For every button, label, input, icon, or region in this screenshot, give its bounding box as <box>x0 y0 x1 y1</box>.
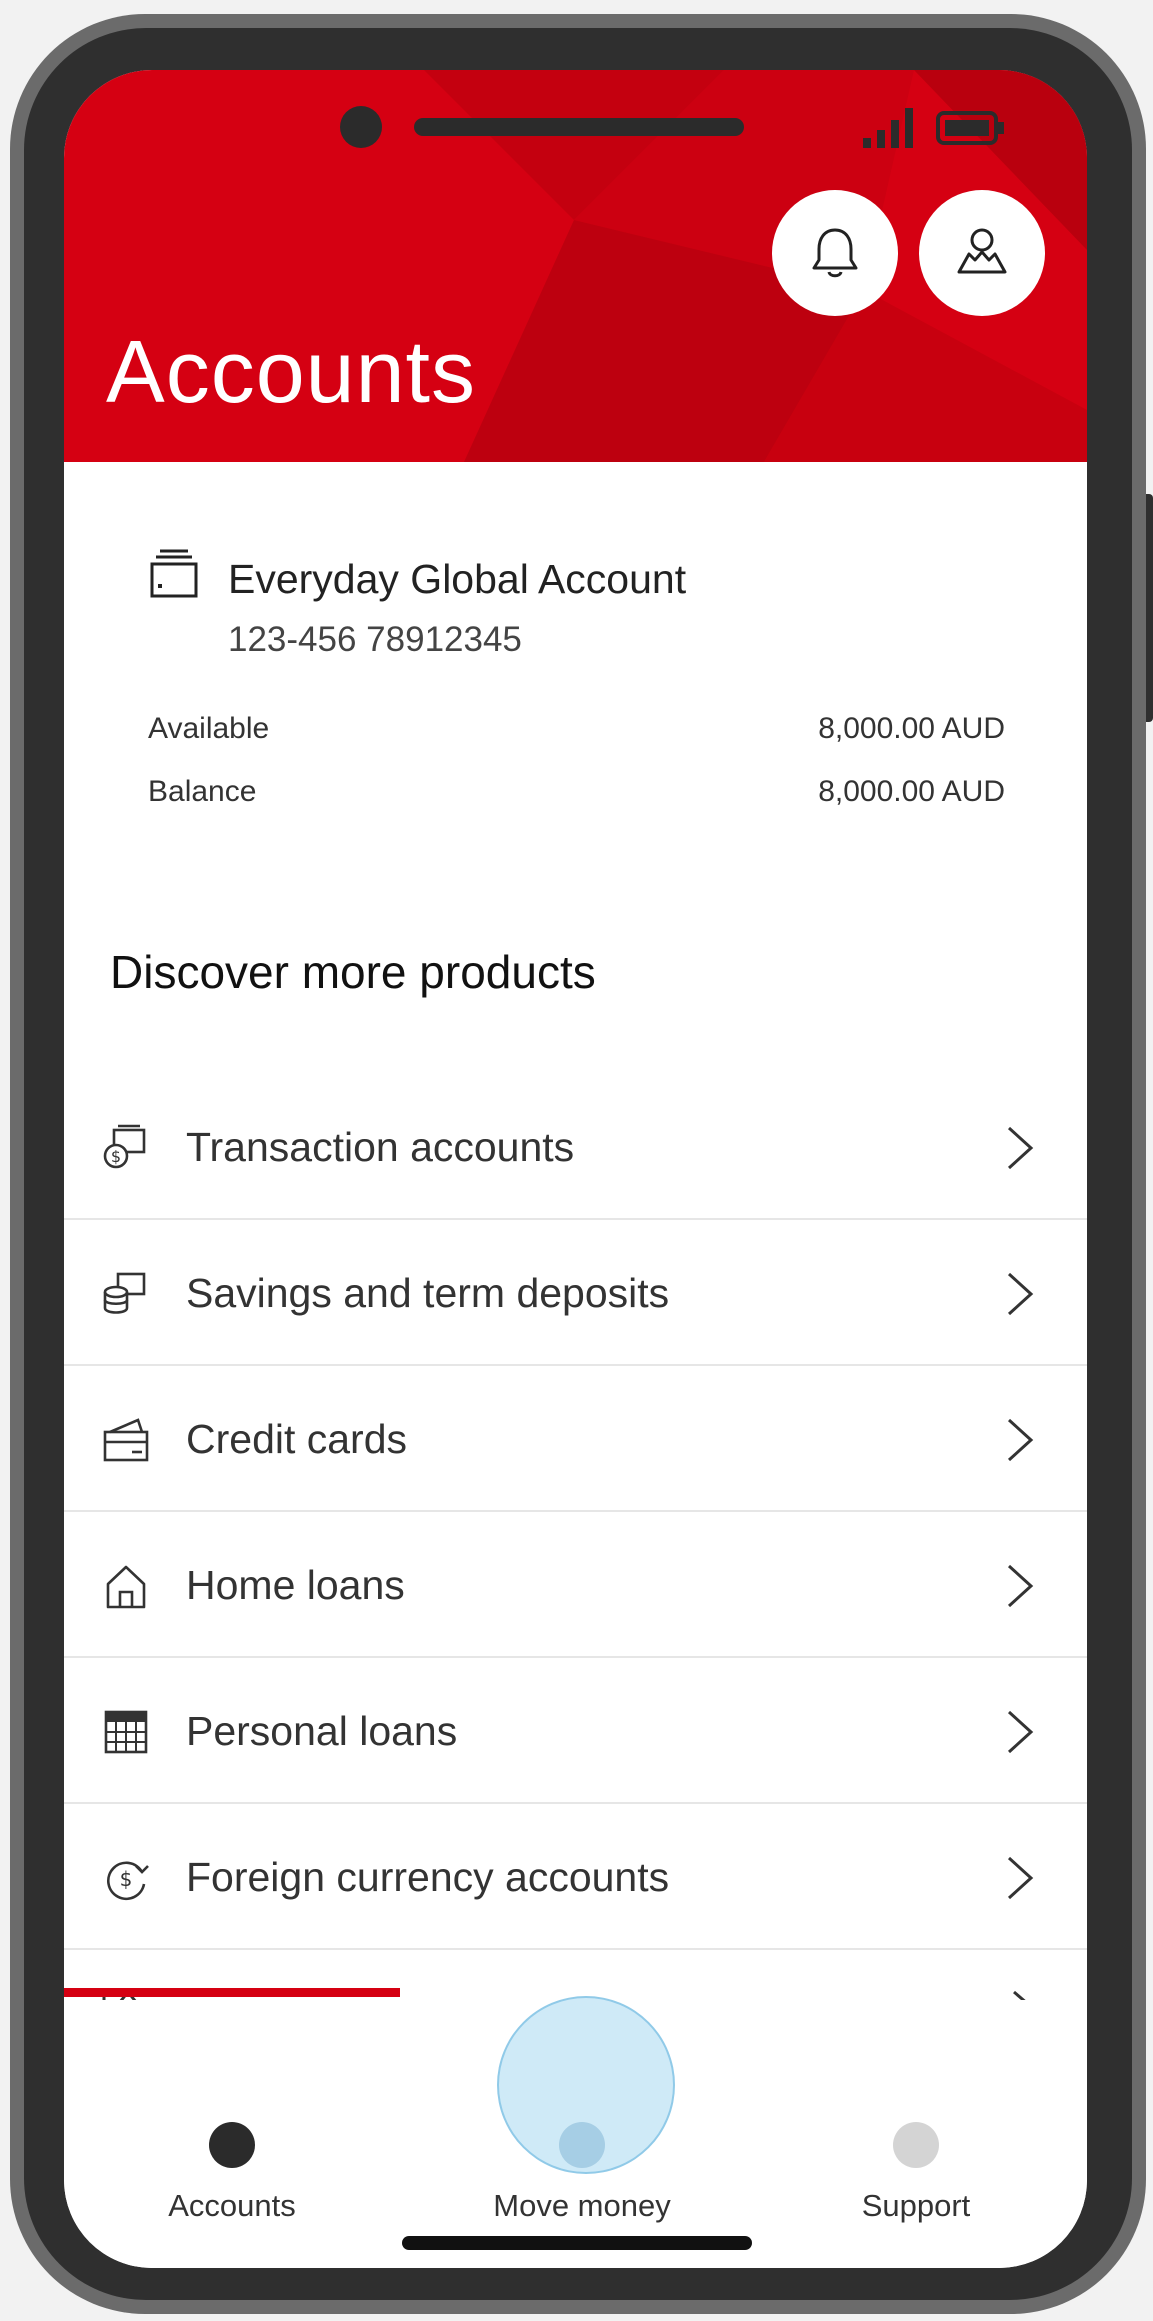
balance-value: 8,000.00 AUD <box>818 775 1005 808</box>
product-home-loans[interactable]: Home loans <box>64 1512 1087 1658</box>
chevron-right-icon <box>1007 1418 1034 1462</box>
product-label: Savings and term deposits <box>186 1270 670 1316</box>
product-personal-loans[interactable]: Personal loans <box>64 1658 1087 1804</box>
svg-text:$: $ <box>120 1867 133 1891</box>
notifications-button[interactable] <box>772 190 898 316</box>
product-label: Home loans <box>186 1562 405 1608</box>
nav-label: Move money <box>493 2188 671 2223</box>
chevron-right-icon <box>1007 1564 1034 1608</box>
product-label: Transaction accounts <box>186 1124 575 1170</box>
product-label: Credit cards <box>186 1416 408 1462</box>
available-label: Available <box>148 712 270 745</box>
product-list: $ Transaction accounts Savings and term … <box>64 1074 1087 1950</box>
scroll-indicator <box>64 1988 400 1997</box>
available-value: 8,000.00 AUD <box>818 712 1005 745</box>
app-screen: Accounts Everyday Global Account 123-456… <box>64 70 1087 2268</box>
chevron-right-icon <box>1007 1710 1034 1754</box>
product-label: Personal loans <box>186 1708 458 1754</box>
battery-icon <box>936 111 1004 145</box>
credit-card-icon <box>103 1418 149 1462</box>
home-indicator[interactable] <box>402 2236 752 2250</box>
app-header: Accounts <box>64 70 1087 462</box>
chevron-right-icon <box>1007 1126 1034 1170</box>
account-number: 123-456 78912345 <box>228 620 522 659</box>
nav-support[interactable]: Support <box>786 2000 1046 2223</box>
nav-accounts[interactable]: Accounts <box>102 2000 362 2223</box>
product-transaction-accounts[interactable]: $ Transaction accounts <box>64 1074 1087 1220</box>
signal-icon <box>863 108 913 148</box>
profile-button[interactable] <box>919 190 1045 316</box>
discover-heading: Discover more products <box>110 946 596 998</box>
nav-label: Support <box>861 2188 971 2223</box>
transaction-account-icon: $ <box>103 1124 146 1169</box>
page-title: Accounts <box>106 322 476 421</box>
svg-text:$: $ <box>111 1147 121 1166</box>
nav-label: Accounts <box>168 2188 296 2223</box>
phone-side-button <box>1146 494 1153 722</box>
home-icon <box>106 1565 146 1609</box>
product-label: Foreign currency accounts <box>186 1854 670 1900</box>
touch-indicator <box>497 1996 675 2174</box>
user-icon <box>957 228 1007 274</box>
balance-label: Balance <box>148 775 257 808</box>
savings-icon <box>103 1272 146 1314</box>
calculator-icon <box>104 1710 148 1754</box>
currency-exchange-icon: $ <box>107 1861 149 1901</box>
accounts-icon <box>209 2122 255 2168</box>
account-name: Everyday Global Account <box>228 556 687 602</box>
chevron-right-icon <box>1007 1272 1034 1316</box>
bell-icon <box>812 228 858 278</box>
chevron-right-icon <box>1007 1856 1034 1900</box>
support-icon <box>893 2122 939 2168</box>
camera-notch <box>340 106 382 148</box>
product-savings-deposits[interactable]: Savings and term deposits <box>64 1220 1087 1366</box>
speaker-notch <box>414 118 744 136</box>
product-credit-cards[interactable]: Credit cards <box>64 1366 1087 1512</box>
product-foreign-currency[interactable]: $ Foreign currency accounts <box>64 1804 1087 1950</box>
wallet-icon <box>150 549 198 598</box>
